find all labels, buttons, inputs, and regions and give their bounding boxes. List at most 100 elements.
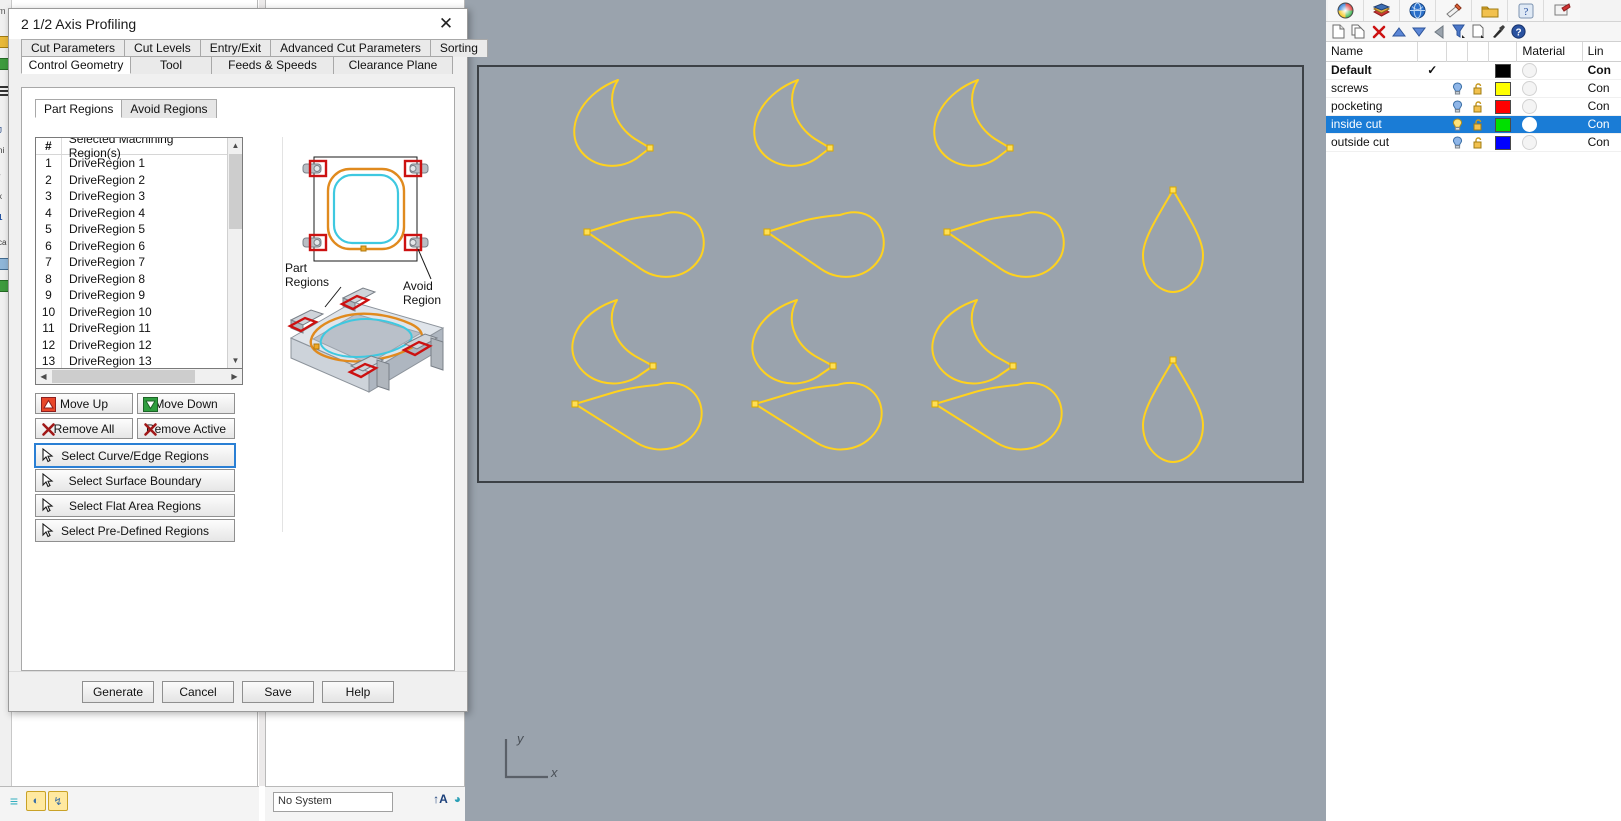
- scroll-down-icon[interactable]: ▼: [228, 353, 242, 368]
- layer-row-screws[interactable]: screws Con: [1326, 80, 1621, 98]
- lock-icon[interactable]: [1468, 80, 1489, 98]
- layer-material[interactable]: [1517, 80, 1582, 98]
- tab-tool[interactable]: Tool: [130, 56, 212, 74]
- lock-icon[interactable]: [1468, 62, 1489, 80]
- list-item[interactable]: 12 DriveRegion 12: [36, 336, 227, 353]
- layer-material[interactable]: [1517, 62, 1582, 80]
- machining-regions-list[interactable]: # Selected Machining Region(s) 1 DriveReg…: [35, 137, 243, 369]
- inner-tab-row[interactable]: Part Regions Avoid Regions: [35, 99, 454, 118]
- environments-icon[interactable]: [1400, 0, 1436, 21]
- save-button[interactable]: Save: [242, 680, 314, 703]
- inner-tab-avoid-regions[interactable]: Avoid Regions: [121, 99, 217, 118]
- scroll-left-icon[interactable]: ◀: [36, 370, 51, 384]
- visibility-bulb-icon[interactable]: [1447, 116, 1468, 134]
- list-item[interactable]: 7 DriveRegion 7: [36, 254, 227, 271]
- move-down-button[interactable]: Move Down: [137, 393, 235, 414]
- help-button[interactable]: Help: [322, 680, 394, 703]
- filter-icon[interactable]: [1449, 23, 1468, 41]
- cancel-button[interactable]: Cancel: [162, 680, 234, 703]
- layer-material[interactable]: [1517, 116, 1582, 134]
- layer-row-inside-cut[interactable]: inside cut Con: [1326, 116, 1621, 134]
- layer-material[interactable]: [1517, 98, 1582, 116]
- tab-control-geometry[interactable]: Control Geometry: [21, 56, 131, 74]
- cplane-select[interactable]: No System: [273, 792, 393, 812]
- scrollbar-thumb[interactable]: [229, 154, 242, 229]
- layer-name[interactable]: Default: [1326, 62, 1418, 80]
- smart-track-icon[interactable]: ↯: [48, 791, 68, 811]
- list-horizontal-scrollbar[interactable]: ◀ ▶: [35, 369, 243, 385]
- scroll-up-icon[interactable]: ▲: [228, 138, 242, 153]
- list-item[interactable]: 11 DriveRegion 11: [36, 320, 227, 337]
- layer-linetype[interactable]: Con: [1583, 134, 1621, 152]
- column-header-visible[interactable]: [1447, 41, 1468, 62]
- tab-advanced-cut-parameters[interactable]: Advanced Cut Parameters: [270, 39, 431, 57]
- column-header-current[interactable]: [1418, 41, 1447, 62]
- display-icon[interactable]: [1544, 0, 1580, 21]
- render-materials-icon[interactable]: [1364, 0, 1400, 21]
- layer-linetype[interactable]: Con: [1583, 80, 1621, 98]
- copy-layer-icon[interactable]: [1349, 23, 1368, 41]
- delete-layer-icon[interactable]: [1369, 23, 1388, 41]
- lock-icon[interactable]: [1468, 98, 1489, 116]
- hscrollbar-thumb[interactable]: [52, 370, 195, 383]
- ground-plane-icon[interactable]: [1436, 0, 1472, 21]
- current-layer-check[interactable]: ✓: [1418, 62, 1447, 80]
- visibility-bulb-icon[interactable]: [1447, 62, 1468, 80]
- back-arrow-icon[interactable]: [1429, 23, 1448, 41]
- new-sublayer-icon[interactable]: [1469, 23, 1488, 41]
- layer-row-pocketing[interactable]: pocketing Con: [1326, 98, 1621, 116]
- color-wheel-icon[interactable]: [1328, 0, 1364, 21]
- list-item[interactable]: 9 DriveRegion 9: [36, 287, 227, 304]
- list-rows-container[interactable]: # Selected Machining Region(s) 1 DriveReg…: [36, 138, 227, 368]
- layers-toolbar[interactable]: ?: [1326, 22, 1621, 42]
- current-layer-check[interactable]: [1418, 98, 1447, 116]
- layer-color-swatch[interactable]: [1489, 116, 1518, 134]
- list-item[interactable]: 3 DriveRegion 3: [36, 188, 227, 205]
- current-layer-check[interactable]: [1418, 116, 1447, 134]
- visibility-bulb-icon[interactable]: [1447, 98, 1468, 116]
- close-icon[interactable]: ✕: [429, 11, 463, 37]
- select-flat-area-regions-button[interactable]: Select Flat Area Regions: [35, 494, 235, 517]
- panel-tab-row[interactable]: ?: [1326, 0, 1621, 22]
- tab-cut-parameters[interactable]: Cut Parameters: [21, 39, 126, 57]
- status-right-icons[interactable]: ↑A ◕: [433, 792, 461, 806]
- move-down-icon[interactable]: [1409, 23, 1428, 41]
- select-surface-boundary-button[interactable]: Select Surface Boundary: [35, 469, 235, 492]
- layer-tools-icon[interactable]: [1489, 23, 1508, 41]
- column-header-color[interactable]: [1489, 41, 1518, 62]
- region-action-buttons[interactable]: Move Up Move Down Remove All Remove Acti…: [34, 393, 236, 542]
- layer-linetype[interactable]: Con: [1583, 98, 1621, 116]
- grid-snap-icon[interactable]: ≡: [4, 791, 24, 811]
- tab-feeds-speeds[interactable]: Feeds & Speeds: [211, 56, 334, 74]
- column-header-lock[interactable]: [1468, 41, 1489, 62]
- tab-sorting[interactable]: Sorting: [429, 39, 488, 57]
- layer-color-swatch[interactable]: [1489, 98, 1518, 116]
- current-layer-check[interactable]: [1418, 80, 1447, 98]
- layer-row-default[interactable]: Default ✓ Con: [1326, 62, 1621, 80]
- list-item[interactable]: 6 DriveRegion 6: [36, 237, 227, 254]
- move-up-button[interactable]: Move Up: [35, 393, 133, 414]
- lock-icon[interactable]: [1468, 116, 1489, 134]
- select-pre-defined-regions-button[interactable]: Select Pre-Defined Regions: [35, 519, 235, 542]
- select-curve-edge-regions-button[interactable]: Select Curve/Edge Regions: [34, 443, 236, 468]
- layer-color-swatch[interactable]: [1489, 80, 1518, 98]
- tab-row-secondary[interactable]: Control Geometry Tool Feeds & Speeds Cle…: [21, 56, 467, 74]
- status-icon-group[interactable]: ≡ ◐ ↯: [4, 791, 68, 811]
- help-icon[interactable]: ?: [1509, 23, 1528, 41]
- tab-entry-exit[interactable]: Entry/Exit: [199, 39, 272, 57]
- osnap-icon[interactable]: ◐: [26, 791, 46, 811]
- layers-panel[interactable]: ? ? Name Material Lin Default ✓ Con scre…: [1325, 0, 1621, 821]
- profiling-dialog[interactable]: 2 1/2 Axis Profiling ✕ Cut Parameters Cu…: [8, 8, 488, 712]
- remove-all-button[interactable]: Remove All: [35, 418, 133, 439]
- layer-linetype[interactable]: Con: [1583, 62, 1621, 80]
- list-item[interactable]: 2 DriveRegion 2: [36, 171, 227, 188]
- new-layer-icon[interactable]: [1329, 23, 1348, 41]
- layer-name[interactable]: inside cut: [1326, 116, 1418, 134]
- render-icon[interactable]: ◕: [454, 792, 461, 806]
- list-vertical-scrollbar[interactable]: ▲ ▼: [227, 138, 242, 368]
- list-item[interactable]: 5 DriveRegion 5: [36, 221, 227, 238]
- tab-cut-levels[interactable]: Cut Levels: [124, 39, 201, 57]
- help-panel-icon[interactable]: ?: [1508, 0, 1544, 21]
- layer-name[interactable]: screws: [1326, 80, 1418, 98]
- inner-tab-part-regions[interactable]: Part Regions: [35, 99, 123, 118]
